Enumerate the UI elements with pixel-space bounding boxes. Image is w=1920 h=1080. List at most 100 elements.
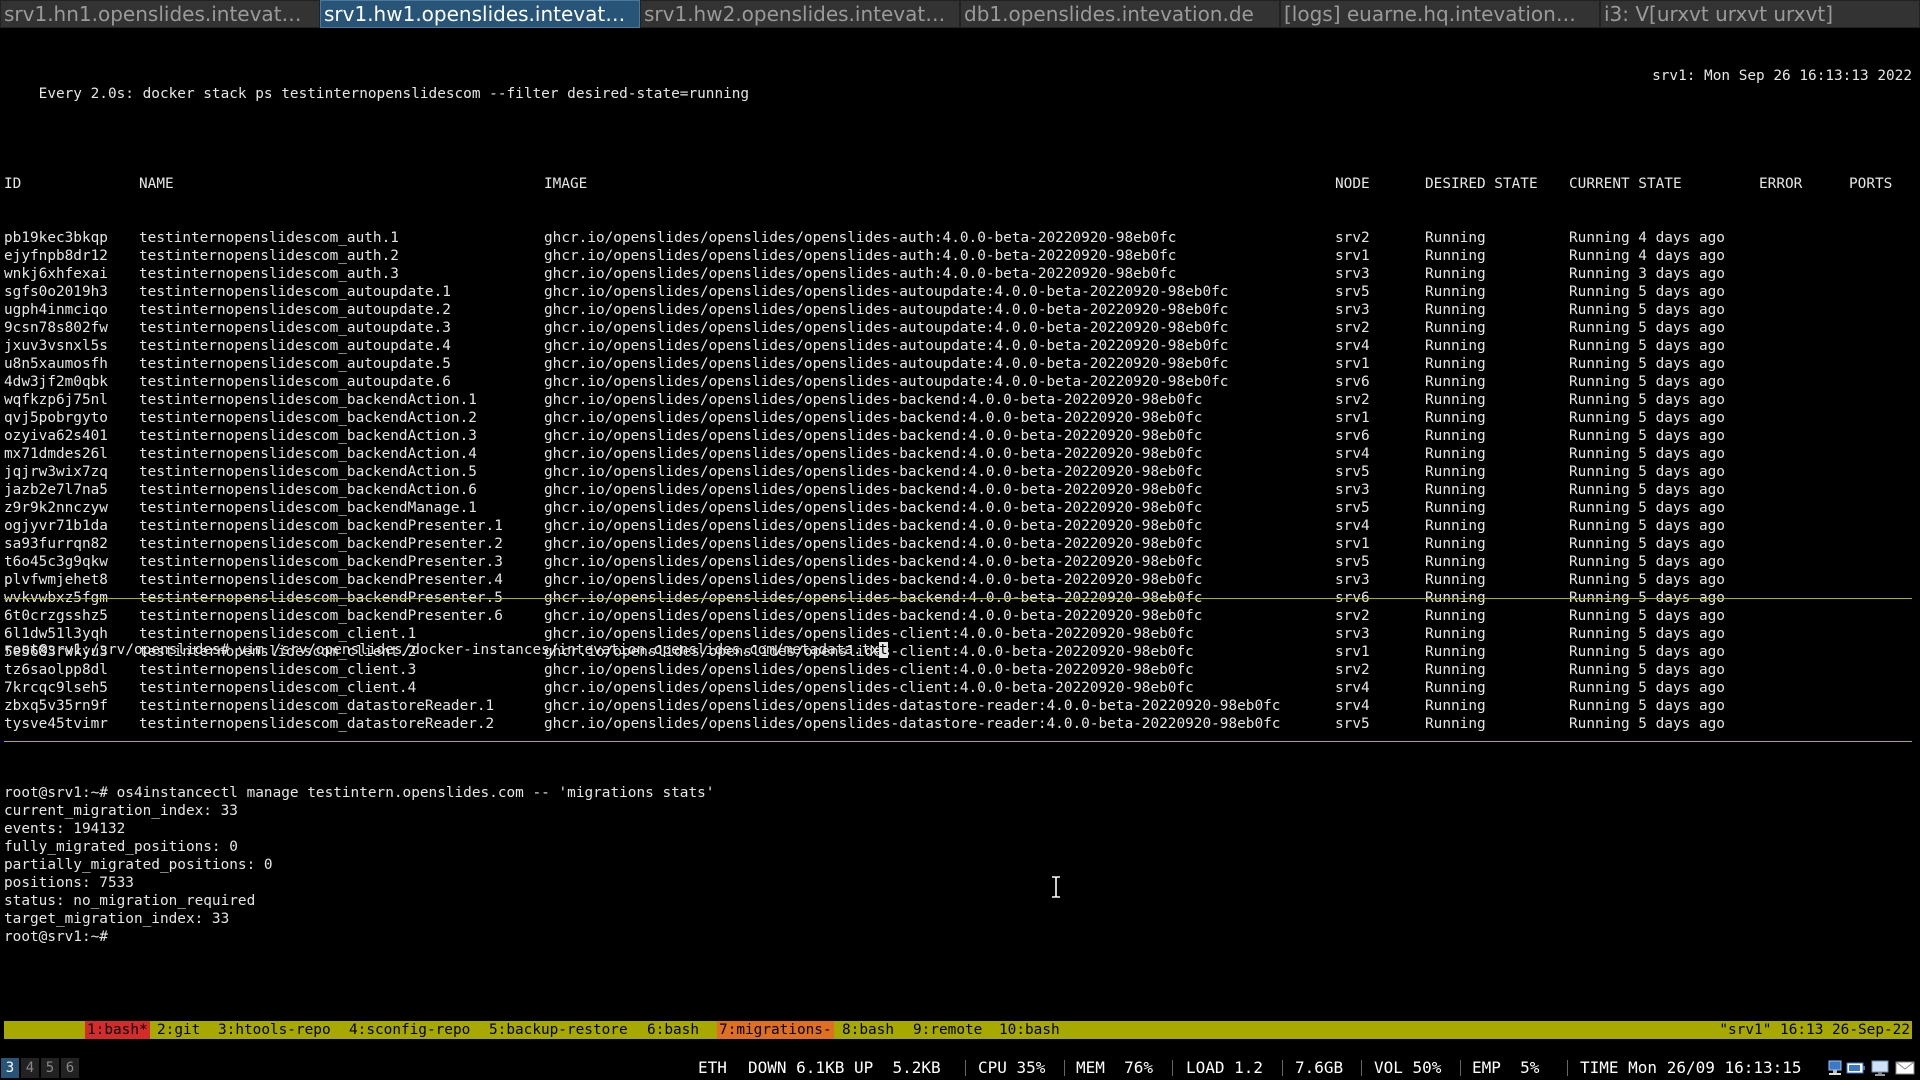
watch-header: Every 2.0s: docker stack ps testinternop… [4, 67, 1912, 102]
tmux-window-2[interactable]: 2:git [155, 1021, 202, 1039]
task-desired: Running [1425, 302, 1486, 318]
task-image: ghcr.io/openslides/openslides/openslides… [544, 410, 1203, 426]
battery-icon[interactable] [1846, 1059, 1866, 1077]
task-image: ghcr.io/openslides/openslides/openslides… [544, 464, 1203, 480]
tmux-window-5[interactable]: 5:backup-restore [487, 1021, 630, 1039]
task-image: ghcr.io/openslides/openslides/openslides… [544, 356, 1229, 372]
vim-command-pane[interactable]: root@srv1:/srv/openslides# vim /srv/open… [4, 605, 1912, 739]
table-row: jqjrw3wix7zq testinternopenslidescom_back… [4, 463, 1912, 481]
table-row: wqfkzp6j75nl testinternopenslidescom_back… [4, 391, 1912, 409]
task-id: jazb2e7l7na5 [4, 482, 108, 498]
task-image: ghcr.io/openslides/openslides/openslides… [544, 374, 1229, 390]
task-current: Running 5 days ago [1569, 320, 1725, 336]
task-id: pb19kec3bkqp [4, 230, 108, 246]
watch-command: Every 2.0s: docker stack ps testinternop… [38, 86, 750, 102]
task-node: srv5 [1335, 500, 1370, 516]
task-name: testinternopenslidescom_auth.3 [139, 266, 399, 282]
status-volume[interactable]: VOL 50% [1374, 1056, 1441, 1080]
task-id: z9r9k2nnczyw [4, 500, 108, 516]
task-current: Running 5 days ago [1569, 518, 1725, 534]
network-icon[interactable] [1826, 1059, 1844, 1077]
workspace-button-6[interactable]: 6 [61, 1058, 79, 1078]
tmux-window-9[interactable]: 9:remote [911, 1021, 984, 1039]
tmux-window-1[interactable]: 1:bash* [85, 1021, 150, 1039]
task-desired: Running [1425, 464, 1486, 480]
output-line: positions: 7533 [4, 875, 134, 891]
status-eth: ETH [698, 1058, 727, 1077]
task-current: Running 5 days ago [1569, 428, 1725, 444]
pane-divider[interactable] [4, 598, 1912, 599]
window-tab-3[interactable]: srv1.hw2.openslides.intevat… [640, 0, 960, 28]
task-node: srv3 [1335, 266, 1370, 282]
task-image: ghcr.io/openslides/openslides/openslides… [544, 338, 1229, 354]
task-image: ghcr.io/openslides/openslides/openslides… [544, 572, 1203, 588]
status-separator [1361, 1060, 1362, 1076]
tmux-window-4[interactable]: 4:sconfig-repo [347, 1021, 472, 1039]
pane-divider[interactable] [4, 741, 1912, 742]
mail-icon[interactable] [1894, 1059, 1916, 1077]
task-current: Running 5 days ago [1569, 392, 1725, 408]
tmux-window-3[interactable]: 3:htools-repo [216, 1021, 333, 1039]
task-node: srv5 [1335, 464, 1370, 480]
status-emp: EMP 5% [1472, 1058, 1540, 1077]
task-id: wnkj6xhfexai [4, 266, 108, 282]
task-id: jxuv3vsnxl5s [4, 338, 108, 354]
col-name-header: NAME [139, 176, 174, 192]
table-row: sa93furrqn82 testinternopenslidescom_back… [4, 535, 1912, 553]
col-desired-header: DESIRED STATE [1425, 176, 1538, 192]
table-row: pb19kec3bkqp testinternopenslidescom_auth… [4, 229, 1912, 247]
workspace-button-5[interactable]: 5 [41, 1058, 59, 1078]
task-name: testinternopenslidescom_backendPresenter… [139, 536, 503, 552]
task-name: testinternopenslidescom_autoupdate.6 [139, 374, 451, 390]
monitor-icon[interactable] [1870, 1059, 1890, 1077]
docker-stack-ps-pane[interactable]: Every 2.0s: docker stack ps testinternop… [4, 31, 1912, 732]
table-row: z9r9k2nnczyw testinternopenslidescom_back… [4, 499, 1912, 517]
task-id: sgfs0o2019h3 [4, 284, 108, 300]
task-current: Running 5 days ago [1569, 500, 1725, 516]
workspace-button-4[interactable]: 4 [21, 1058, 39, 1078]
table-row: sgfs0o2019h3 testinternopenslidescom_auto… [4, 283, 1912, 301]
workspace-button-3[interactable]: 3 [1, 1058, 19, 1078]
watch-host-time: srv1: Mon Sep 26 16:13:13 2022 [1652, 68, 1912, 84]
task-desired: Running [1425, 248, 1486, 264]
tmux-window-7[interactable]: 7:migrations- [717, 1021, 834, 1039]
task-desired: Running [1425, 374, 1486, 390]
status-time: TIME Mon 26/09 16:13:15 [1580, 1058, 1802, 1077]
task-desired: Running [1425, 428, 1486, 444]
col-id-header: ID [4, 176, 22, 192]
status-cpu: CPU 35% [978, 1058, 1046, 1077]
task-current: Running 5 days ago [1569, 554, 1725, 570]
tmux-window-8[interactable]: 8:bash [840, 1021, 896, 1039]
table-row: 4dw3jf2m0qbk testinternopenslidescom_auto… [4, 373, 1912, 391]
task-node: srv2 [1335, 230, 1370, 246]
task-image: ghcr.io/openslides/openslides/openslides… [544, 320, 1229, 336]
window-tab-1[interactable]: srv1.hn1.openslides.intevat… [0, 0, 320, 28]
task-name: testinternopenslidescom_backendPresenter… [139, 554, 503, 570]
window-tab-5[interactable]: [logs] euarne.hq.intevation… [1280, 0, 1600, 28]
task-image: ghcr.io/openslides/openslides/openslides… [544, 482, 1203, 498]
task-id: mx71dmdes26l [4, 446, 108, 462]
task-desired: Running [1425, 230, 1486, 246]
task-image: ghcr.io/openslides/openslides/openslides… [544, 554, 1203, 570]
tmux-status-bar: 1:bash* 2:git 3:htools-repo 4:sconfig-repo 5… [4, 1021, 1912, 1039]
task-current: Running 5 days ago [1569, 482, 1725, 498]
task-node: srv6 [1335, 374, 1370, 390]
tmux-window-10[interactable]: 10:bash [997, 1021, 1062, 1039]
window-tab-4[interactable]: db1.openslides.intevation.de [960, 0, 1280, 28]
task-id: jqjrw3wix7zq [4, 464, 108, 480]
status-network: DOWN 6.1KB UP 5.2KB [748, 1058, 941, 1077]
migrations-pane[interactable]: root@srv1:~# os4instancectl manage testi… [4, 748, 1912, 1018]
window-tab-6[interactable]: i3: V[urxvt urxvt urxvt] [1600, 0, 1920, 28]
table-row: ejyfnpb8dr12 testinternopenslidescom_auth… [4, 247, 1912, 265]
tmux-window-6[interactable]: 6:bash [645, 1021, 701, 1039]
task-current: Running 5 days ago [1569, 284, 1725, 300]
task-desired: Running [1425, 446, 1486, 462]
task-node: srv1 [1335, 356, 1370, 372]
table-row: ogjyvr71b1da testinternopenslidescom_back… [4, 517, 1912, 535]
output-line: root@srv1:~# os4instancectl manage testi… [4, 785, 715, 801]
window-tab-2[interactable]: srv1.hw1.openslides.intevat… [320, 0, 640, 28]
i3-status-bar: 3456 ETH DOWN 6.1KB UP 5.2KB CPU 35% MEM… [0, 1056, 1920, 1080]
task-node: srv2 [1335, 320, 1370, 336]
col-image-header: IMAGE [544, 176, 588, 192]
